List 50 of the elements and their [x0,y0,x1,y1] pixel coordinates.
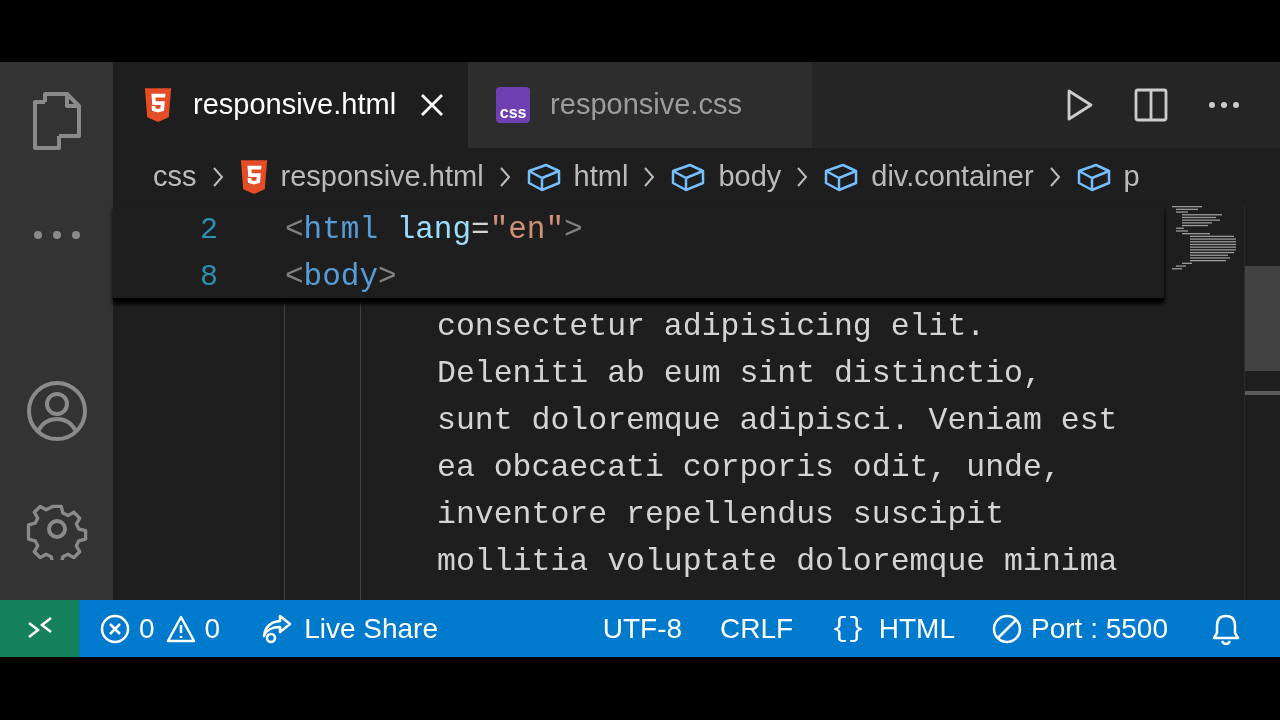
chevron-icon [210,166,225,188]
html5-icon [238,160,269,194]
warning-icon [164,613,197,644]
run-icon[interactable] [1066,88,1094,122]
css-file-icon: css [496,87,531,123]
bell-icon[interactable] [1212,612,1240,645]
chevron-icon [497,166,512,188]
editor-tab[interactable]: responsive.html [113,62,469,148]
chevron-icon [642,166,657,188]
code-line: sunt doloremque adipisci. Veniam est [437,404,1118,437]
more-icon[interactable] [1208,101,1240,109]
breadcrumb-item[interactable]: html [573,155,629,199]
cube-icon [1075,162,1112,192]
close-icon[interactable] [420,93,445,117]
account-icon[interactable] [25,380,88,442]
error-icon [99,612,131,645]
line-number: 2 [199,214,218,245]
problems-button[interactable]: 0 0 [99,607,221,650]
blocked-icon [991,612,1023,645]
code-line: consectetur adipisicing elit. [437,310,986,343]
line-number: 8 [199,261,218,292]
breadcrumb-item[interactable]: css [153,155,197,199]
breadcrumb-item[interactable]: p [1123,155,1140,199]
live-share-button[interactable]: Live Share [260,607,439,650]
chevron-icon [795,166,810,188]
port-button[interactable]: Port : 5500 [991,607,1168,650]
language-button[interactable]: {} HTML [831,607,955,650]
tab-label: responsive.css [550,87,742,123]
code-line: ea obcaecati corporis odit, unde, [437,451,1061,484]
encoding-button[interactable]: UTF-8 [602,607,683,650]
html5-icon [143,88,173,122]
cube-icon [525,162,562,192]
code-line: <html lang="en"> [285,214,583,245]
tab-label: responsive.html [193,87,397,123]
remote-button[interactable] [0,600,79,657]
code-line: mollitia voluptate doloremque minima [437,545,1118,578]
breadcrumb-item[interactable]: responsive.html [280,155,484,199]
cube-icon [823,162,860,192]
minimap-drawing [1172,206,1236,272]
editor-tab[interactable]: css responsive.css [468,62,812,148]
code-line: Deleniti ab eum sint distinctio, [437,357,1042,390]
code-line: inventore repellendus suscipit [437,498,1005,531]
scrollbar-thumb[interactable] [1245,266,1280,371]
breadcrumb-item[interactable]: div.container [871,155,1034,199]
split-editor-icon[interactable] [1134,88,1168,122]
line-ending-button[interactable]: CRLF [720,607,794,650]
chevron-icon [1047,166,1062,188]
breadcrumb-item[interactable]: body [718,155,782,199]
code-line: <body> [285,261,397,292]
cube-icon [670,162,707,192]
